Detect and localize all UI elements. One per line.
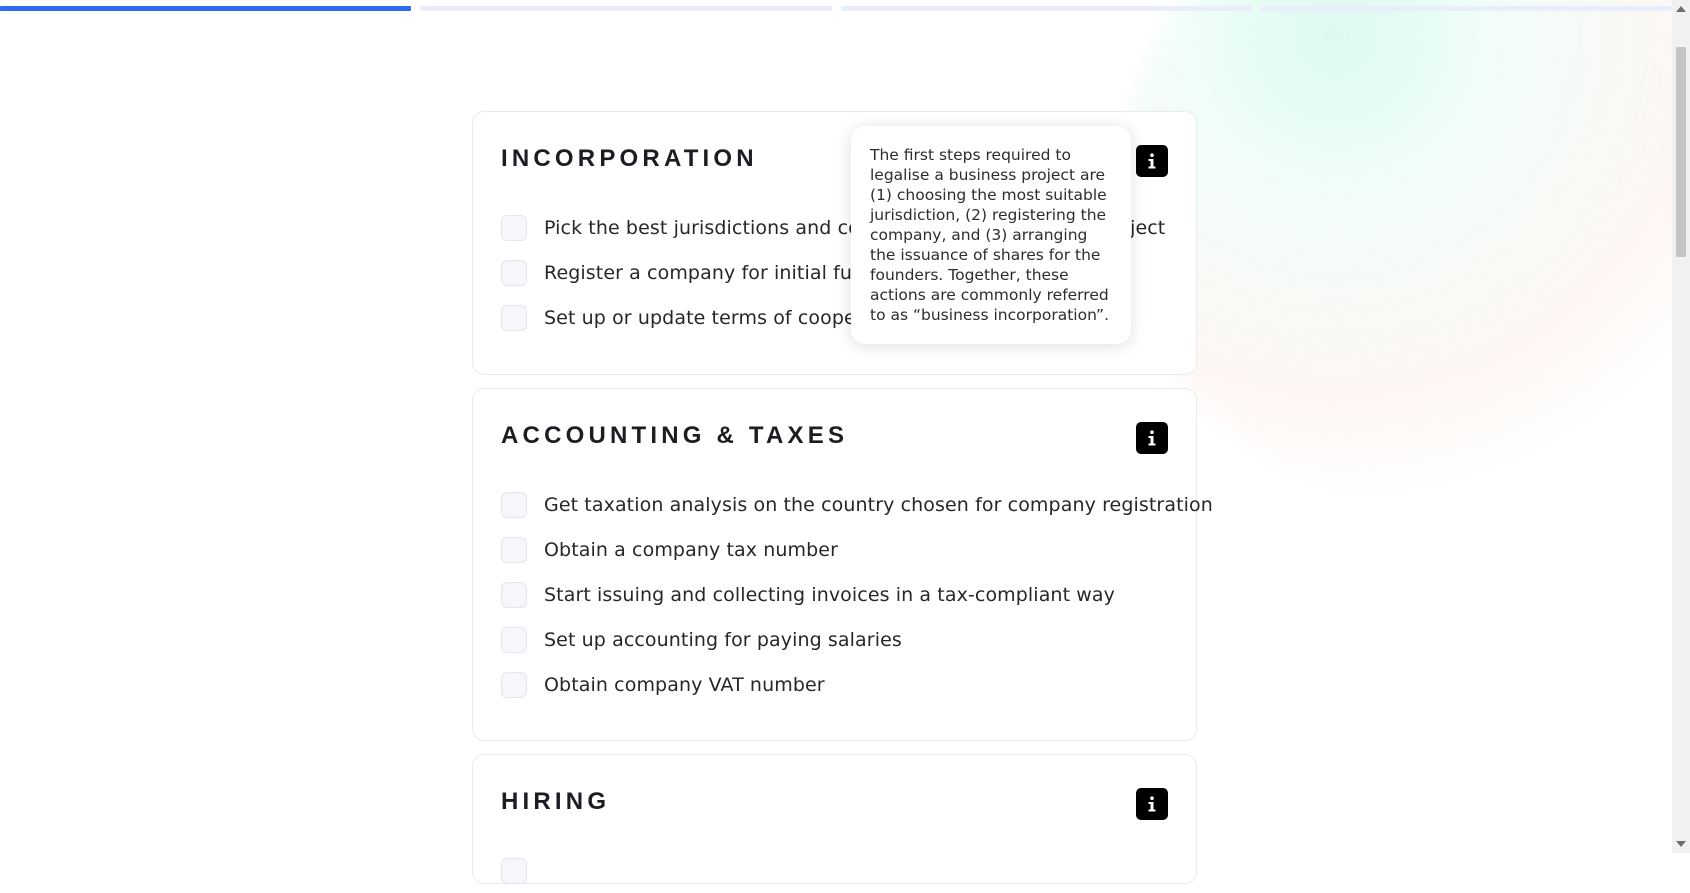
checkbox[interactable] <box>501 626 527 653</box>
section-card-accounting-taxes: ACCOUNTING & TAXES Get taxation analysis… <box>472 388 1213 741</box>
step-progress-bar <box>0 6 1672 11</box>
progress-step-4 <box>1260 6 1672 11</box>
info-button[interactable] <box>1136 788 1168 820</box>
checkbox[interactable] <box>501 304 527 331</box>
section-card-hiring: HIRING <box>472 754 1197 884</box>
checkbox[interactable] <box>501 857 527 884</box>
info-icon <box>1148 153 1156 169</box>
checklist-item[interactable]: Start issuing and collecting invoices in… <box>501 572 1196 617</box>
info-button[interactable] <box>1136 422 1168 454</box>
section-title: INCORPORATION <box>501 145 758 172</box>
checklist-item-label: Set up accounting for paying salaries <box>544 628 902 651</box>
section-title: HIRING <box>501 788 611 815</box>
progress-step-1 <box>0 6 412 11</box>
checkbox[interactable] <box>501 214 527 241</box>
checklist-item[interactable]: Obtain company VAT number <box>501 662 1196 707</box>
info-icon <box>1148 430 1156 446</box>
info-button[interactable] <box>1136 145 1168 177</box>
checklist-item-label: Obtain a company tax number <box>544 538 838 561</box>
scroll-down-arrow-icon[interactable] <box>1676 841 1686 847</box>
checkbox[interactable] <box>501 259 527 286</box>
background-glow <box>1120 0 1690 500</box>
section-title: ACCOUNTING & TAXES <box>501 422 849 449</box>
info-tooltip: The first steps required to legalise a b… <box>851 126 1131 344</box>
checkbox[interactable] <box>501 581 527 608</box>
progress-step-2 <box>420 6 832 11</box>
checkbox[interactable] <box>501 671 527 698</box>
checkbox[interactable] <box>501 536 527 563</box>
checklist-item-label: Start issuing and collecting invoices in… <box>544 583 1115 606</box>
checkbox[interactable] <box>501 491 527 518</box>
scroll-up-arrow-icon[interactable] <box>1676 6 1686 12</box>
tooltip-text: The first steps required to legalise a b… <box>870 146 1110 324</box>
vertical-scrollbar[interactable] <box>1672 0 1690 853</box>
checklist-item[interactable]: Set up accounting for paying salaries <box>501 617 1196 662</box>
checklist-item[interactable]: Get taxation analysis on the country cho… <box>501 482 1213 527</box>
checklist-item[interactable]: Obtain a company tax number <box>501 527 1196 572</box>
checklist-item-label: Get taxation analysis on the country cho… <box>544 493 1213 516</box>
progress-step-3 <box>840 6 1252 11</box>
info-icon <box>1148 796 1156 812</box>
checklist-item-label: Obtain company VAT number <box>544 673 825 696</box>
checklist-item[interactable] <box>501 848 1196 893</box>
scrollbar-thumb[interactable] <box>1676 47 1686 257</box>
